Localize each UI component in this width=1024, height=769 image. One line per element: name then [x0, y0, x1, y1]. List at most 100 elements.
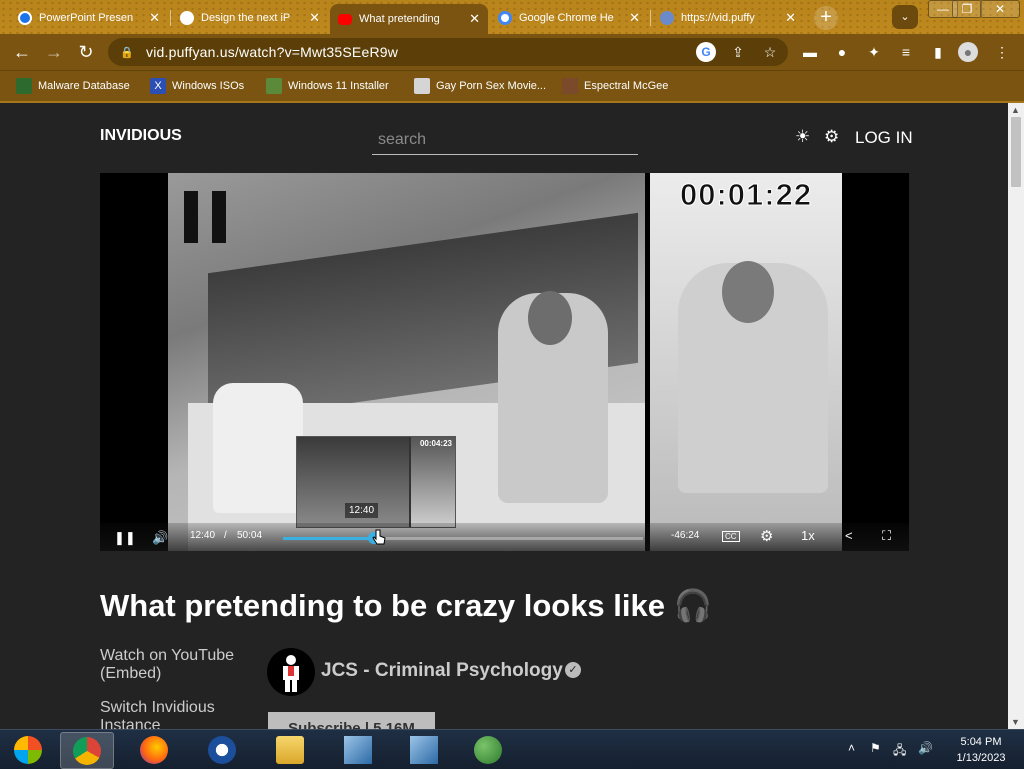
- seek-bar[interactable]: [283, 532, 643, 544]
- folder-icon: [276, 736, 304, 764]
- close-tab-icon[interactable]: ✕: [469, 11, 480, 27]
- clock-time: 5:04 PM: [960, 736, 1002, 748]
- tab-search-chevron-icon[interactable]: ⌄: [892, 5, 918, 29]
- watch-on-youtube-link[interactable]: Watch on YouTube: [100, 647, 234, 664]
- settings-gear-icon[interactable]: ⚙: [824, 127, 839, 147]
- close-tab-icon[interactable]: ✕: [629, 10, 640, 26]
- action-center-flag-icon[interactable]: ⚑: [870, 741, 881, 755]
- channel-name[interactable]: JCS - Criminal Psychology: [321, 660, 563, 682]
- share-icon[interactable]: <: [845, 528, 853, 543]
- mouse-pointer-hand-icon: [372, 529, 386, 545]
- tab-2-active[interactable]: What pretending ✕: [330, 4, 488, 34]
- lock-icon[interactable]: 🔒: [120, 46, 136, 59]
- browser-toolbar: ← → ↻ 🔒 vid.puffyan.us/watch?v=Mwt35SEeR…: [0, 34, 1024, 70]
- globe-favicon-icon: [414, 78, 430, 94]
- google-icon: [498, 11, 512, 25]
- volume-tray-icon[interactable]: 🔊: [918, 741, 933, 755]
- video-player[interactable]: 00:01:22 00:04:23 12:40 ❚❚ 🔊 12:40 / 50:…: [100, 173, 909, 551]
- taskbar-remote-desktop[interactable]: [332, 732, 384, 767]
- tab-3[interactable]: Google Chrome He ✕: [490, 5, 648, 31]
- forward-arrow-icon[interactable]: →: [42, 40, 66, 64]
- tab-strip: PowerPoint Presen ✕ Design the next iP ✕…: [0, 0, 1024, 34]
- back-arrow-icon[interactable]: ←: [10, 40, 34, 64]
- x-favicon-icon: X: [150, 78, 166, 94]
- bookmark-windows-11-installer[interactable]: Windows 11 Installer: [266, 78, 389, 94]
- playback-speed-button[interactable]: 1x: [801, 528, 815, 543]
- tab-0[interactable]: PowerPoint Presen ✕: [10, 5, 168, 31]
- invidious-icon: [660, 11, 674, 25]
- taskbar-file-explorer[interactable]: [264, 732, 316, 767]
- taskbar-network-users[interactable]: [462, 732, 514, 767]
- bookmark-favicon-icon: [16, 78, 32, 94]
- restore-button[interactable]: ❐: [952, 0, 982, 18]
- volume-icon[interactable]: 🔊: [152, 530, 168, 546]
- duration: 50:04: [237, 530, 263, 541]
- profile-avatar-icon[interactable]: ●: [958, 42, 978, 62]
- address-bar[interactable]: 🔒 vid.puffyan.us/watch?v=Mwt35SEeR9w G ⇪…: [108, 38, 788, 66]
- pause-button-icon[interactable]: ❚❚: [114, 530, 136, 546]
- new-tab-button[interactable]: +: [814, 6, 838, 30]
- reload-icon[interactable]: ↻: [74, 40, 98, 64]
- scroll-down-arrow-icon[interactable]: ▼: [1011, 717, 1020, 727]
- close-window-button[interactable]: ✕: [980, 0, 1020, 18]
- taskbar-obama-campaign[interactable]: [196, 732, 248, 767]
- taskbar-chrome[interactable]: [60, 732, 114, 769]
- embed-link[interactable]: Embed: [105, 665, 156, 682]
- url-text[interactable]: vid.puffyan.us/watch?v=Mwt35SEeR9w: [146, 44, 398, 60]
- captions-icon[interactable]: CC: [722, 531, 740, 542]
- taskbar-clock[interactable]: 5:04 PM 1/13/2023: [946, 734, 1016, 766]
- windows-taskbar: ˄ ⚑ 🖧 🔊 5:04 PM 1/13/2023: [0, 729, 1024, 769]
- close-tab-icon[interactable]: ✕: [149, 10, 160, 26]
- search-input[interactable]: [372, 125, 638, 155]
- profile-extension-icon[interactable]: ●: [832, 42, 852, 62]
- kebab-menu-icon[interactable]: ⋮: [992, 42, 1012, 62]
- start-button[interactable]: [2, 732, 54, 767]
- settings-gear-icon[interactable]: ⚙: [760, 527, 773, 545]
- channel-avatar[interactable]: [267, 648, 315, 696]
- image-favicon-icon: [266, 78, 282, 94]
- puzzle-extensions-icon[interactable]: ✦: [864, 42, 884, 62]
- google-lens-icon[interactable]: G: [696, 42, 716, 62]
- close-tab-icon[interactable]: ✕: [309, 10, 320, 26]
- taskbar-remote-desktop-2[interactable]: [398, 732, 450, 767]
- character-favicon-icon: [562, 78, 578, 94]
- video-title: What pretending to be crazy looks like 🎧: [100, 588, 713, 623]
- chrome-icon: [18, 11, 32, 25]
- subscribe-button[interactable]: Subscribe | 5.16M: [268, 712, 435, 729]
- bookmark-star-icon[interactable]: ☆: [760, 42, 780, 62]
- extension-flag-icon[interactable]: ▬: [800, 42, 820, 62]
- side-panel-icon[interactable]: ▮: [928, 42, 948, 62]
- bookmark-malware-database[interactable]: Malware Database: [16, 78, 130, 94]
- share-icon[interactable]: ⇪: [728, 42, 748, 62]
- campaign-logo-icon: [208, 736, 236, 764]
- page-content: INVIDIOUS ☀ ⚙ LOG IN 00:01:22 00:04:23 1…: [0, 103, 1008, 729]
- bookmark-windows-isos[interactable]: X Windows ISOs: [150, 78, 244, 94]
- browser-frame: PowerPoint Presen ✕ Design the next iP ✕…: [0, 0, 1024, 103]
- users-network-icon: [474, 736, 502, 764]
- seek-bar-played: [283, 537, 375, 540]
- taskbar-firefox[interactable]: [128, 732, 180, 767]
- youtube-icon: [338, 13, 352, 25]
- media-queue-icon[interactable]: ≡: [896, 42, 916, 62]
- person-silhouette-icon: [283, 655, 299, 692]
- scroll-up-arrow-icon[interactable]: ▲: [1011, 105, 1020, 115]
- page-scrollbar[interactable]: ▲ ▼: [1008, 103, 1024, 729]
- tab-1[interactable]: Design the next iP ✕: [172, 5, 328, 31]
- player-controls: ❚❚ 🔊 12:40 / 50:04 -46:24 CC ⚙ 1x < ⛶: [100, 523, 909, 551]
- switch-instance-link[interactable]: Switch Invidious Instance: [100, 699, 240, 729]
- show-hidden-icons-chevron-icon[interactable]: ˄: [848, 741, 855, 755]
- clock-date: 1/13/2023: [956, 752, 1006, 764]
- scrollbar-thumb[interactable]: [1011, 117, 1021, 187]
- video-frame-right-camera: [650, 173, 842, 551]
- login-link[interactable]: LOG IN: [855, 128, 913, 148]
- watch-links: Watch on YouTube (Embed): [100, 647, 235, 682]
- fullscreen-icon[interactable]: ⛶: [882, 528, 891, 544]
- network-icon[interactable]: 🖧: [893, 741, 906, 762]
- headphones-icon: 🎧: [673, 588, 713, 623]
- tab-4[interactable]: https://vid.puffy ✕: [652, 5, 804, 31]
- bookmark-gay-porn-sex-movie[interactable]: Gay Porn Sex Movie...: [414, 78, 546, 94]
- site-logo[interactable]: INVIDIOUS: [100, 127, 182, 145]
- close-tab-icon[interactable]: ✕: [785, 10, 796, 26]
- bookmark-espectral-mcgee[interactable]: Espectral McGee: [562, 78, 668, 94]
- theme-toggle-sun-icon[interactable]: ☀: [795, 127, 810, 147]
